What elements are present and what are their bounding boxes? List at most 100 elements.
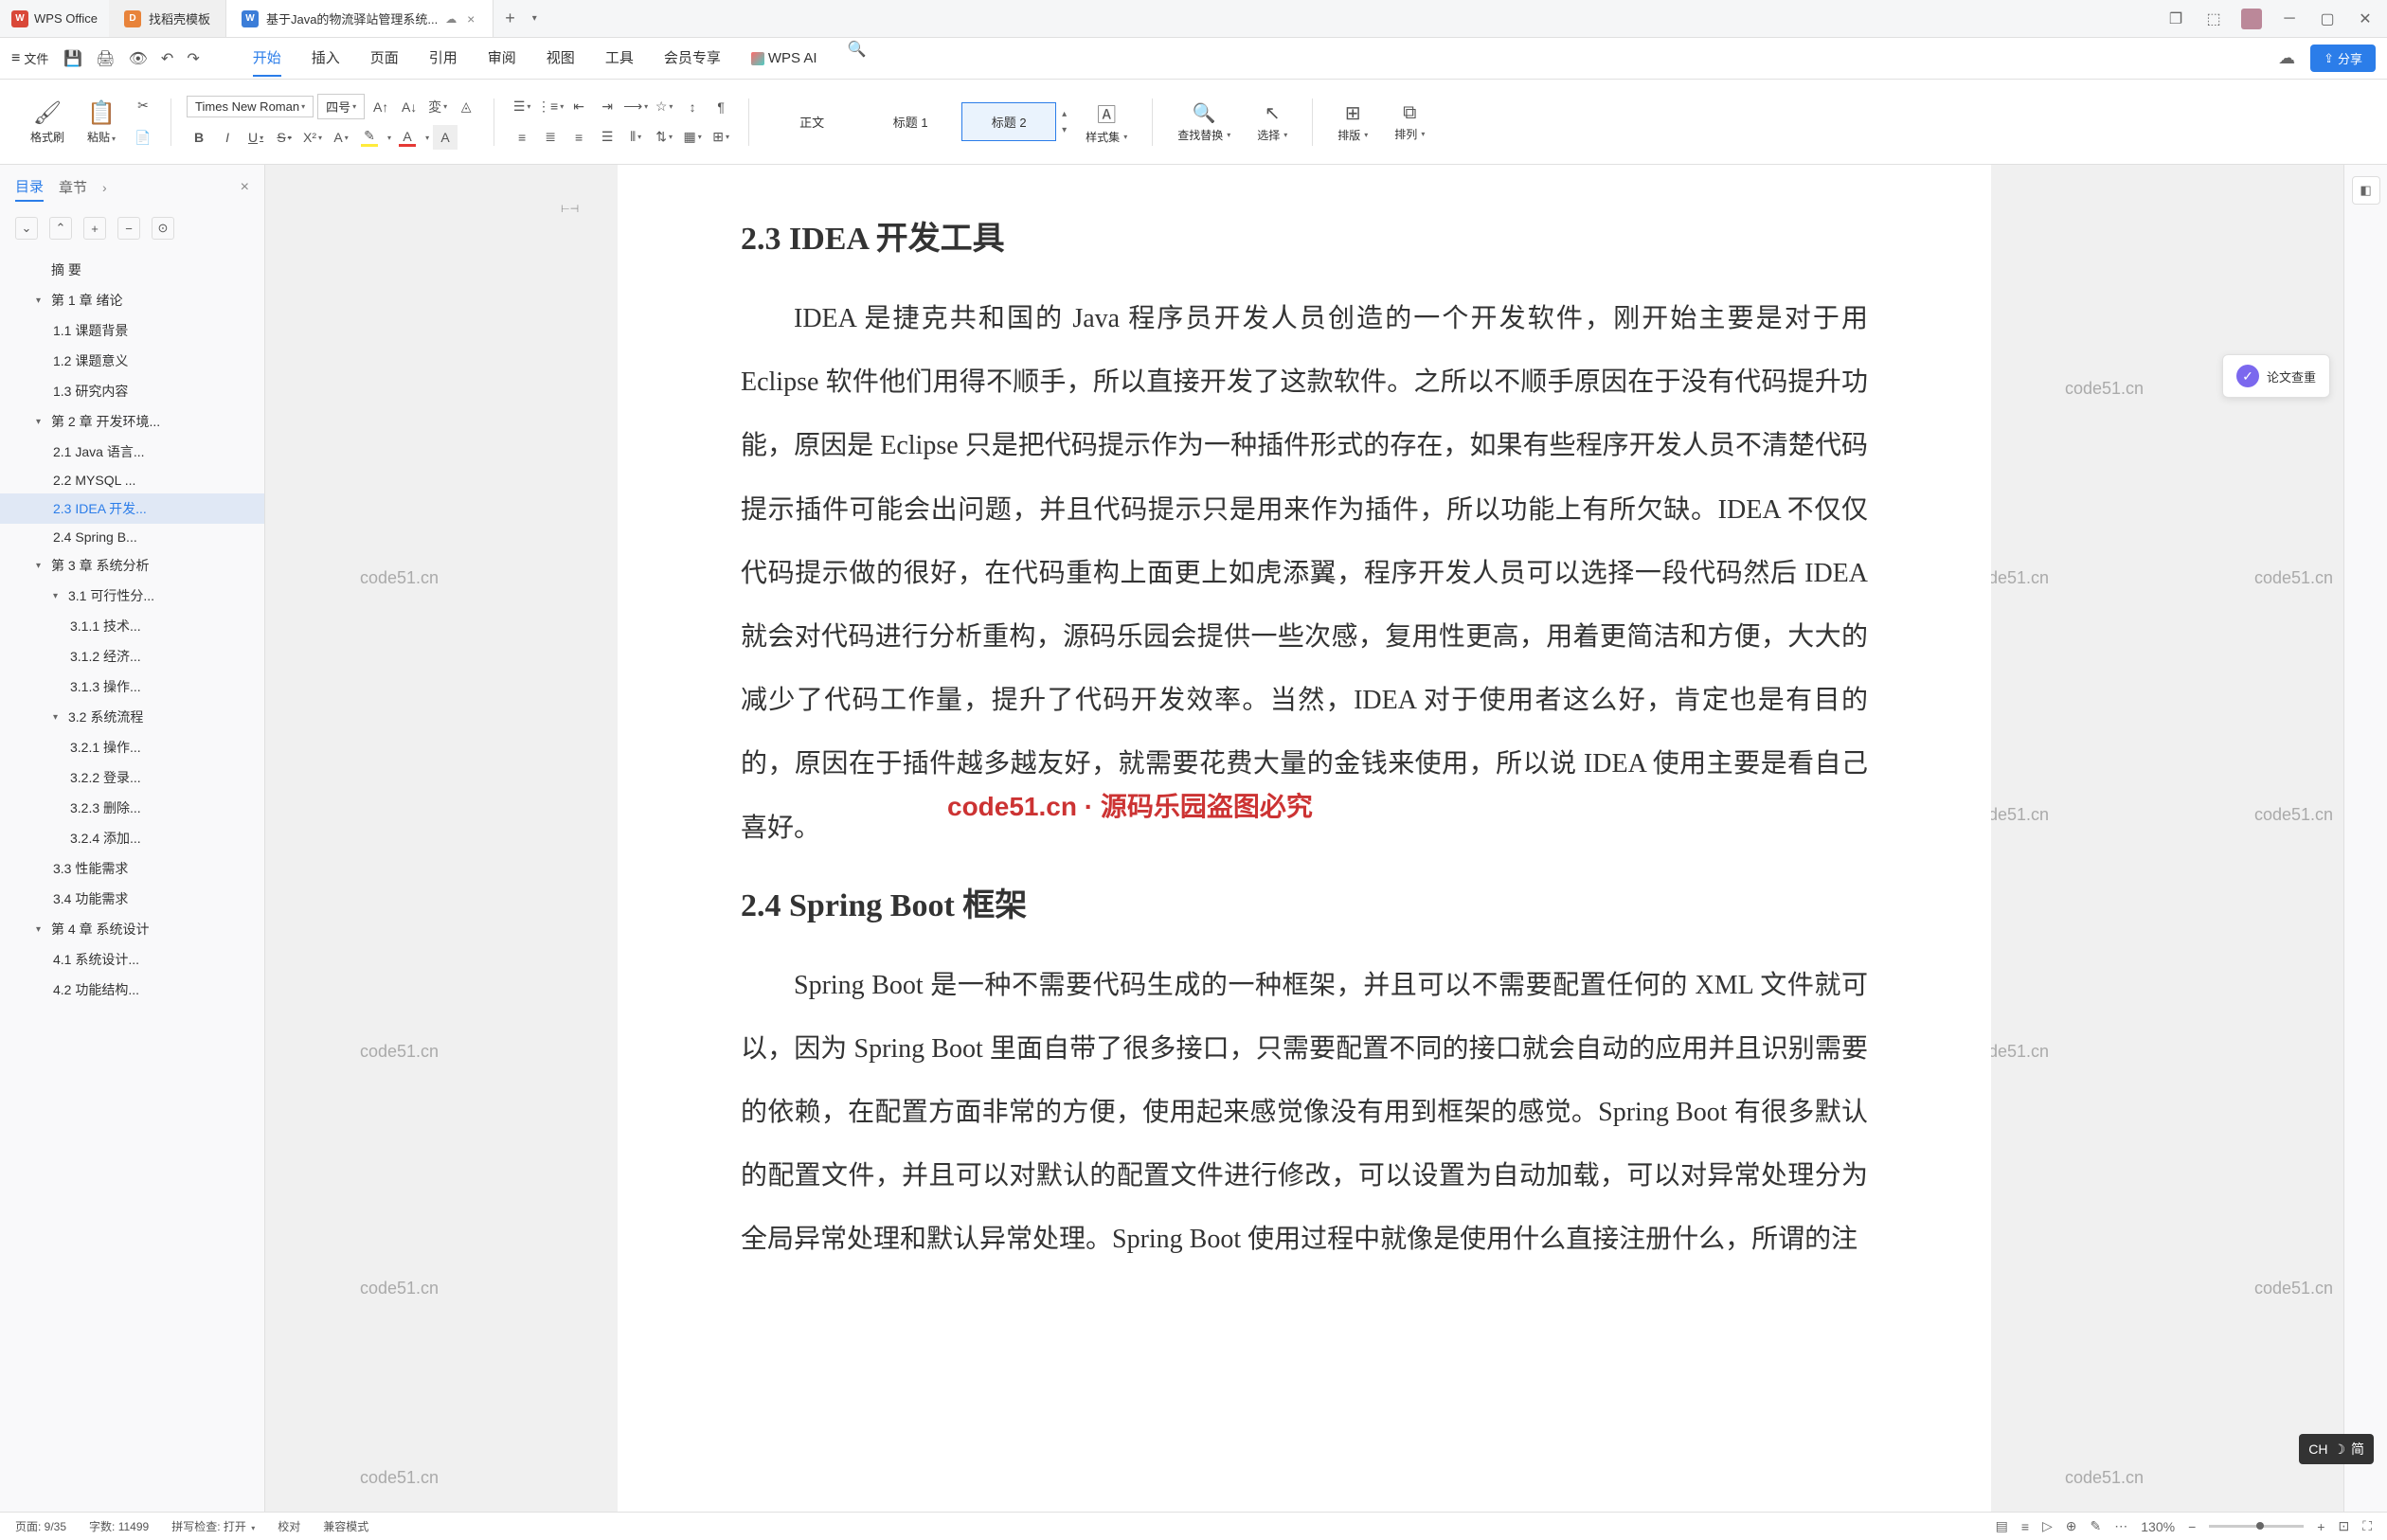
select-button[interactable]: ↖ 选择▾ [1247, 98, 1297, 147]
shading-button[interactable]: ▦▾ [680, 125, 705, 150]
toc-item[interactable]: ▾第 2 章 开发环境... [0, 406, 264, 437]
tab-wps-ai[interactable]: WPS AI [751, 40, 817, 77]
style-set-button[interactable]: 🄰 样式集▾ [1076, 96, 1137, 149]
distribute-button[interactable]: ⫴▾ [623, 125, 648, 150]
increase-font-icon[interactable]: A↑ [368, 95, 393, 119]
toc-item-selected[interactable]: 2.3 IDEA 开发... [0, 493, 264, 524]
toc-item[interactable]: 3.4 功能需求 [0, 884, 264, 914]
toc-item[interactable]: 2.2 MYSQL ... [0, 467, 264, 493]
toc-item[interactable]: ▾第 3 章 系统分析 [0, 550, 264, 581]
paste-button[interactable]: 📋 粘贴▾ [80, 96, 123, 149]
highlight-button[interactable]: ✎ [357, 125, 382, 150]
file-menu[interactable]: ≡ 文件 [11, 49, 48, 67]
tab-view[interactable]: 视图 [547, 40, 575, 77]
toc-item[interactable]: 3.2.1 操作... [0, 732, 264, 762]
toc-item[interactable]: 3.1.3 操作... [0, 672, 264, 702]
bold-button[interactable]: B [187, 125, 211, 150]
toc-item[interactable]: 2.1 Java 语言... [0, 437, 264, 467]
format-painter-button[interactable]: 🖌 格式刷 [23, 96, 72, 149]
italic-button[interactable]: I [215, 125, 240, 150]
zoom-level[interactable]: 130% [2141, 1519, 2175, 1534]
tab-references[interactable]: 引用 [429, 40, 458, 77]
sidebar-tab-toc[interactable]: 目录 [15, 172, 44, 202]
user-avatar[interactable] [2241, 9, 2262, 29]
document-area[interactable]: ⊢⊣ 2.3 IDEA 开发工具 IDEA 是捷克共和国的 Java 程序员开发… [265, 165, 2343, 1512]
bullets-button[interactable]: ☰▾ [510, 95, 534, 119]
tab-close-button[interactable]: × [464, 12, 477, 26]
paper-check-button[interactable]: ✓ 论文查重 [2222, 354, 2330, 398]
tab-home[interactable]: 开始 [253, 40, 281, 77]
increase-indent-button[interactable]: ⇥ [595, 95, 619, 119]
superscript-button[interactable]: X²▾ [300, 125, 325, 150]
close-button[interactable]: ✕ [2355, 9, 2376, 29]
toc-item[interactable]: 3.3 性能需求 [0, 853, 264, 884]
toc-item[interactable]: ▾摘 要 [0, 255, 264, 285]
tab-list-dropdown[interactable]: ▾ [527, 13, 543, 24]
toc-item[interactable]: ▾第 4 章 系统设计 [0, 914, 264, 944]
tab-settings-button[interactable]: ⟶▾ [623, 95, 648, 119]
phonetic-guide-icon[interactable]: 変▾ [425, 95, 450, 119]
gallery-down-icon[interactable]: ▾ [1060, 123, 1068, 137]
toc-item[interactable]: 1.2 课题意义 [0, 346, 264, 376]
tab-tools[interactable]: 工具 [605, 40, 634, 77]
toc-item[interactable]: 3.2.3 删除... [0, 793, 264, 823]
view-mark-icon[interactable]: ✎ [2091, 1518, 2102, 1534]
clear-format-icon[interactable]: ◬ [454, 95, 478, 119]
print-preview-icon[interactable]: 👁 [129, 49, 148, 68]
find-replace-button[interactable]: 🔍 查找替换▾ [1168, 98, 1240, 147]
align-left-button[interactable]: ≡ [510, 125, 534, 150]
redo-icon[interactable]: ↷ [187, 49, 199, 68]
style-heading1[interactable]: 标题 1 [863, 102, 958, 141]
tab-insert[interactable]: 插入 [312, 40, 340, 77]
collapse-panel-icon[interactable]: ◧ [2352, 176, 2380, 205]
sort-layout-button[interactable]: ⊞ 排版▾ [1328, 98, 1377, 147]
toc-item[interactable]: 2.4 Spring B... [0, 524, 264, 550]
toc-item[interactable]: ▾3.1 可行性分... [0, 581, 264, 611]
tab-document[interactable]: W 基于Java的物流驿站管理系统... ☁ × [226, 0, 494, 37]
save-icon[interactable]: 💾 [63, 49, 82, 68]
strikethrough-button[interactable]: S▾ [272, 125, 296, 150]
sidebar-tab-chapter[interactable]: 章节 [59, 173, 87, 201]
gallery-up-icon[interactable]: ▴ [1060, 107, 1068, 121]
minimize-button[interactable]: ─ [2279, 9, 2300, 29]
status-page[interactable]: 页面: 9/35 [15, 1518, 66, 1534]
heading-2-4[interactable]: 2.4 Spring Boot 框架 [741, 879, 1868, 925]
char-shading-button[interactable]: A [433, 125, 458, 150]
toc-item[interactable]: 3.2.2 登录... [0, 762, 264, 793]
borders-button[interactable]: ⊞▾ [709, 125, 733, 150]
document-page[interactable]: ⊢⊣ 2.3 IDEA 开发工具 IDEA 是捷克共和国的 Java 程序员开发… [618, 165, 1991, 1512]
copy-icon[interactable]: 📄 [131, 126, 155, 151]
tab-template[interactable]: D 找稻壳模板 [109, 0, 226, 37]
toc-item[interactable]: 4.1 系统设计... [0, 944, 264, 975]
zoom-out-icon[interactable]: − [2188, 1519, 2196, 1534]
font-color-button[interactable]: A [395, 125, 420, 150]
status-compat[interactable]: 兼容模式 [323, 1518, 368, 1534]
sort-button[interactable]: ↕ [680, 95, 705, 119]
view-reading-icon[interactable]: ▷ [2042, 1518, 2053, 1534]
underline-button[interactable]: U▾ [243, 125, 268, 150]
font-name-select[interactable]: Times New Roman▾ [187, 96, 314, 117]
tab-page[interactable]: 页面 [370, 40, 399, 77]
asian-layout-button[interactable]: ☆▾ [652, 95, 676, 119]
toc-item[interactable]: 3.1.2 经济... [0, 641, 264, 672]
style-heading2[interactable]: 标题 2 [961, 102, 1056, 141]
toc-item[interactable]: 1.1 课题背景 [0, 315, 264, 346]
view-more-icon[interactable]: ⋯ [2114, 1518, 2127, 1534]
zoom-slider[interactable] [2209, 1525, 2304, 1528]
show-marks-button[interactable]: ¶ [709, 95, 733, 119]
view-web-icon[interactable]: ⊕ [2066, 1518, 2077, 1534]
fullscreen-icon[interactable]: ⛶ [2362, 1518, 2372, 1534]
highlight-dropdown[interactable]: ▾ [387, 134, 391, 142]
align-center-button[interactable]: ≣ [538, 125, 563, 150]
toc-item[interactable]: 3.1.1 技术... [0, 611, 264, 641]
decrease-font-icon[interactable]: A↓ [397, 95, 422, 119]
toc-item[interactable]: ▾3.2 系统流程 [0, 702, 264, 732]
ime-indicator[interactable]: CH ☽ 简 [2299, 1434, 2374, 1464]
collapse-all-icon[interactable]: ⌄ [15, 217, 38, 240]
expand-all-icon[interactable]: ⌃ [49, 217, 72, 240]
print-icon[interactable]: 🖨 [96, 49, 115, 68]
zoom-in-icon[interactable]: + [2317, 1519, 2324, 1534]
toc-item[interactable]: 4.2 功能结构... [0, 975, 264, 1005]
window-multi-icon[interactable]: ❐ [2165, 9, 2186, 29]
paragraph[interactable]: IDEA 是捷克共和国的 Java 程序员开发人员创造的一个开发软件，刚开始主要… [741, 287, 1868, 860]
